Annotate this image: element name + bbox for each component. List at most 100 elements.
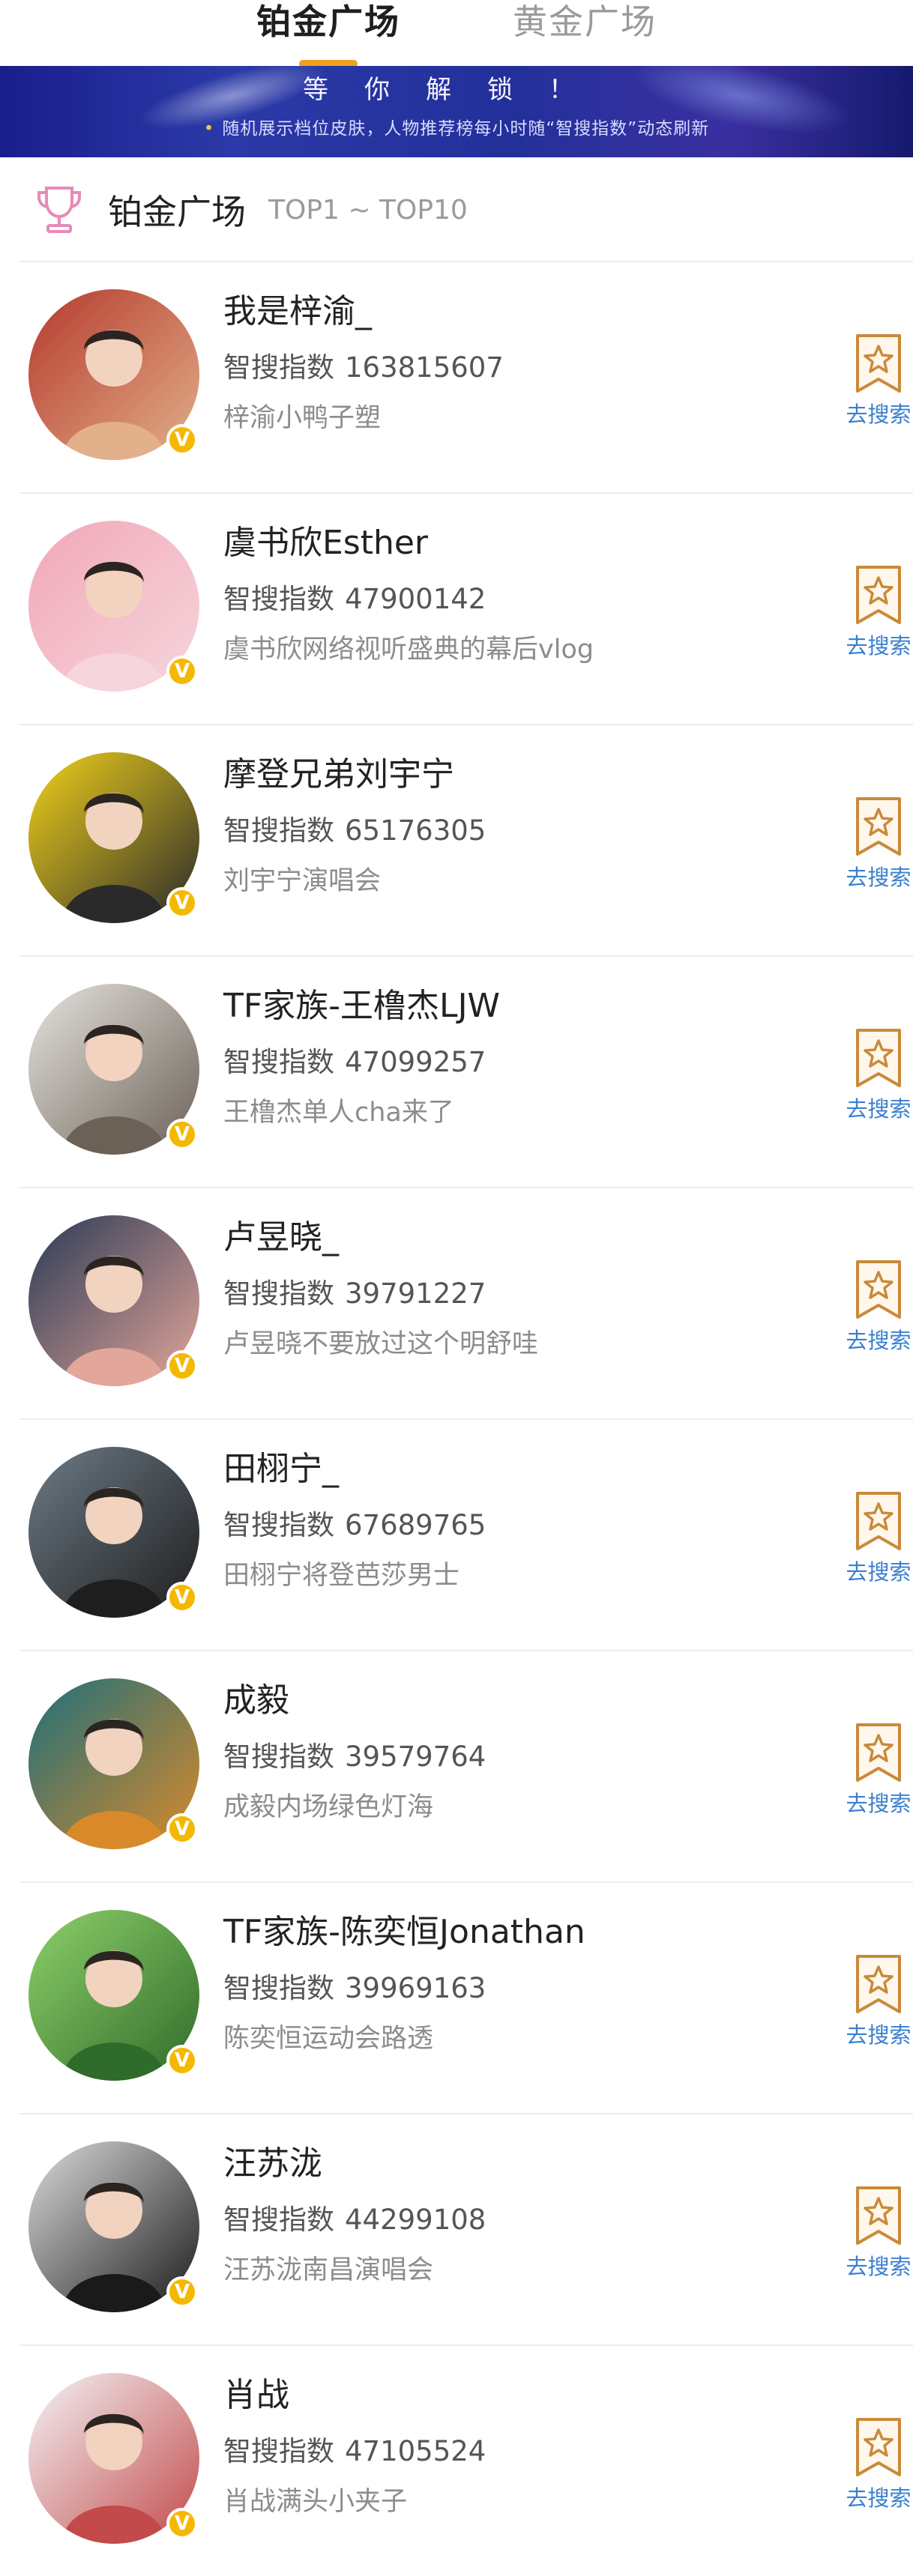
verified-badge-icon: V <box>166 887 198 919</box>
list-item[interactable]: V TF家族-王橹杰LJW 智搜指数 47099257 王橹杰单人cha来了 去搜… <box>19 957 913 1188</box>
item-desc: 虞书欣网络视听盛典的幕后vlog <box>223 635 594 665</box>
search-button[interactable]: 去搜索 <box>844 2416 913 2512</box>
list-item[interactable]: V 卢昱晓_ 智搜指数 39791227 卢昱晓不要放过这个明舒哇 去搜索 <box>19 1188 913 1420</box>
item-info: 田栩宁_ 智搜指数 67689765 田栩宁将登芭莎男士 <box>223 1453 486 1589</box>
avatar-wrap[interactable]: V <box>28 2141 199 2312</box>
search-button[interactable]: 去搜索 <box>844 333 913 429</box>
avatar-wrap[interactable]: V <box>28 1447 199 1618</box>
verified-badge-icon: V <box>166 1813 198 1845</box>
score-label: 智搜指数 <box>223 1741 334 1773</box>
item-name: 虞书欣Esther <box>223 524 429 562</box>
trophy-icon <box>37 187 81 233</box>
list-item[interactable]: V TF家族-陈奕恒Jonathan 智搜指数 39969163 陈奕恒运动会路透… <box>19 1883 913 2114</box>
bullet-dot: • <box>203 119 215 139</box>
score-label: 智搜指数 <box>223 1278 334 1310</box>
list-item[interactable]: V 我是梓渝_ 智搜指数 163815607 梓渝小鸭子塑 去搜索 <box>19 262 913 494</box>
avatar-wrap[interactable]: V <box>28 2373 199 2544</box>
item-name: 我是梓渝_ <box>223 292 372 330</box>
tab-platinum-square[interactable]: 铂金广场 <box>256 4 400 67</box>
item-desc: 王橹杰单人cha来了 <box>223 1098 454 1128</box>
item-desc: 刘宇宁演唱会 <box>223 866 382 896</box>
item-score: 智搜指数 67689765 <box>223 1511 486 1539</box>
tab-gold-square[interactable]: 黄金广场 <box>513 4 657 39</box>
list-item[interactable]: V 汪苏泷 智搜指数 44299108 汪苏泷南昌演唱会 去搜索 <box>19 2114 913 2346</box>
avatar-wrap[interactable]: V <box>28 289 199 460</box>
search-label: 去搜索 <box>846 402 912 427</box>
banner-subtitle-text: 随机展示档位皮肤，人物推荐榜每小时随“智搜指数”动态刷新 <box>222 119 710 139</box>
item-score: 智搜指数 163815607 <box>223 354 504 381</box>
item-score: 智搜指数 65176305 <box>223 817 486 844</box>
item-name: 汪苏泷 <box>223 2144 322 2183</box>
ranking-list: V 我是梓渝_ 智搜指数 163815607 梓渝小鸭子塑 去搜索 V 虞书欣E… <box>0 262 913 2576</box>
score-value: 47105524 <box>345 2435 486 2467</box>
score-value: 65176305 <box>345 814 486 847</box>
avatar-wrap[interactable]: V <box>28 752 199 923</box>
bookmark-star-icon <box>856 334 901 393</box>
avatar-wrap[interactable]: V <box>28 1215 199 1386</box>
score-value: 163815607 <box>345 351 504 384</box>
item-name: 卢昱晓_ <box>223 1218 339 1257</box>
score-label: 智搜指数 <box>223 2204 334 2236</box>
item-desc: 卢昱晓不要放过这个明舒哇 <box>223 1329 539 1359</box>
list-item[interactable]: V 田栩宁_ 智搜指数 67689765 田栩宁将登芭莎男士 去搜索 <box>19 1420 913 1651</box>
item-info: 成毅 智搜指数 39579764 成毅内场绿色灯海 <box>223 1684 486 1821</box>
bookmark-star-icon <box>856 2186 901 2245</box>
item-score: 智搜指数 47105524 <box>223 2437 486 2465</box>
list-item[interactable]: V 成毅 智搜指数 39579764 成毅内场绿色灯海 去搜索 <box>19 1651 913 1883</box>
list-item[interactable]: V 摩登兄弟刘宇宁 智搜指数 65176305 刘宇宁演唱会 去搜索 <box>19 725 913 957</box>
verified-badge-icon: V <box>166 1350 198 1382</box>
item-info: 我是梓渝_ 智搜指数 163815607 梓渝小鸭子塑 <box>223 295 504 432</box>
search-button[interactable]: 去搜索 <box>844 1953 913 2049</box>
score-value: 39969163 <box>345 1972 486 2004</box>
tab-bar: 铂金广场 黄金广场 <box>0 0 913 67</box>
item-desc: 汪苏泷南昌演唱会 <box>223 2255 434 2285</box>
item-name: TF家族-陈奕恒Jonathan <box>223 1913 585 1951</box>
list-item[interactable]: V 虞书欣Esther 智搜指数 47900142 虞书欣网络视听盛典的幕后vlo… <box>19 494 913 725</box>
search-button[interactable]: 去搜索 <box>844 796 913 892</box>
search-button[interactable]: 去搜索 <box>844 1490 913 1586</box>
search-button[interactable]: 去搜索 <box>844 2185 913 2281</box>
score-label: 智搜指数 <box>223 1046 334 1078</box>
banner-title: 等你解锁！ <box>303 75 610 105</box>
banner-subtitle: • 随机展示档位皮肤，人物推荐榜每小时随“智搜指数”动态刷新 <box>0 114 913 139</box>
score-label: 智搜指数 <box>223 351 334 384</box>
item-info: 肖战 智搜指数 47105524 肖战满头小夹子 <box>223 2379 486 2515</box>
item-info: 汪苏泷 智搜指数 44299108 汪苏泷南昌演唱会 <box>223 2147 486 2284</box>
score-value: 44299108 <box>345 2204 486 2236</box>
item-info: 卢昱晓_ 智搜指数 39791227 卢昱晓不要放过这个明舒哇 <box>223 1221 538 1358</box>
score-label: 智搜指数 <box>223 814 334 847</box>
list-item[interactable]: V 肖战 智搜指数 47105524 肖战满头小夹子 去搜索 <box>19 2346 913 2576</box>
score-value: 39579764 <box>345 1741 486 1773</box>
bookmark-star-icon <box>856 566 901 624</box>
avatar-wrap[interactable]: V <box>28 521 199 692</box>
section-header: 铂金广场 TOP1 ~ TOP10 <box>0 157 913 262</box>
item-score: 智搜指数 39791227 <box>223 1280 538 1307</box>
bookmark-star-icon <box>856 1029 901 1087</box>
score-label: 智搜指数 <box>223 1509 334 1541</box>
search-button[interactable]: 去搜索 <box>844 1259 913 1355</box>
avatar-wrap[interactable]: V <box>28 984 199 1155</box>
verified-badge-icon: V <box>166 2276 198 2308</box>
bookmark-star-icon <box>856 1260 901 1319</box>
score-label: 智搜指数 <box>223 1972 334 2004</box>
section-title: 铂金广场 <box>108 192 246 232</box>
item-desc: 陈奕恒运动会路透 <box>223 2024 434 2054</box>
item-name: 成毅 <box>223 1681 289 1720</box>
item-score: 智搜指数 39969163 <box>223 1974 585 2002</box>
search-button[interactable]: 去搜索 <box>844 1722 913 1818</box>
search-label: 去搜索 <box>846 1096 912 1122</box>
search-button[interactable]: 去搜索 <box>844 1027 913 1123</box>
score-label: 智搜指数 <box>223 2435 334 2467</box>
item-score: 智搜指数 44299108 <box>223 2206 486 2234</box>
verified-badge-icon: V <box>166 1119 198 1150</box>
avatar-wrap[interactable]: V <box>28 1910 199 2081</box>
avatar-wrap[interactable]: V <box>28 1678 199 1849</box>
item-info: TF家族-陈奕恒Jonathan 智搜指数 39969163 陈奕恒运动会路透 <box>223 1916 585 2052</box>
search-label: 去搜索 <box>846 865 912 890</box>
tab-label: 黄金广场 <box>513 1 657 42</box>
score-value: 39791227 <box>345 1278 486 1310</box>
search-button[interactable]: 去搜索 <box>844 564 913 660</box>
item-name: 田栩宁_ <box>223 1450 339 1488</box>
verified-badge-icon: V <box>166 2508 198 2539</box>
verified-badge-icon: V <box>166 1582 198 1613</box>
